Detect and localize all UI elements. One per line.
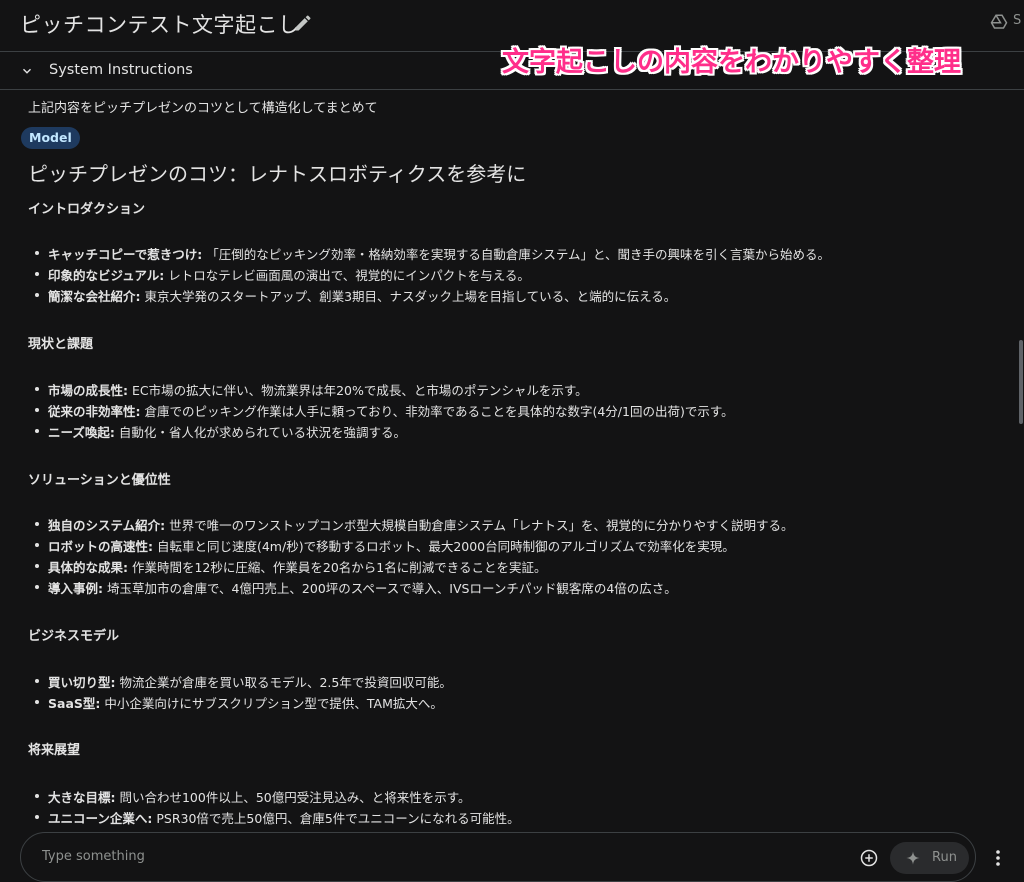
list-item: 市場の成長性: EC市場の拡大に伴い、物流業界は年20%で成長、と市場のポテンシ… (35, 380, 588, 399)
item-text: 物流企業が倉庫を買い取るモデル、2.5年で投資回収可能。 (115, 675, 452, 690)
item-text: 倉庫でのピッキング作業は人手に頼っており、非効率であることを具体的な数字(4分/… (140, 404, 734, 419)
item-term: ニーズ喚起: (48, 425, 115, 440)
item-text: EC市場の拡大に伴い、物流業界は年20%で成長、と市場のポテンシャルを示す。 (128, 383, 588, 398)
response-heading: ピッチプレゼンのコツ：レナトスロボティクスを参考に (28, 162, 527, 186)
scrollbar-thumb[interactable] (1019, 340, 1023, 424)
run-button[interactable]: Run (890, 842, 969, 874)
list-item: キャッチコピーで惹きつけ: 「圧倒的なピッキング効率・格納効率を実現する自動倉庫… (35, 244, 830, 263)
add-circle-icon[interactable] (859, 848, 879, 868)
item-text: 東京大学発のスタートアップ、創業3期目、ナスダック上場を目指している、と端的に伝… (140, 289, 677, 304)
user-prompt: 上記内容をピッチプレゼンのコツとして構造化してまとめて (28, 101, 378, 116)
sparkle-icon (906, 851, 920, 865)
list-item: 従来の非効率性: 倉庫でのピッキング作業は人手に頼っており、非効率であることを具… (35, 401, 734, 420)
item-text: レトロなテレビ画面風の演出で、視覚的にインパクトを与える。 (164, 268, 530, 283)
item-text: 埼玉草加市の倉庫で、4億円売上、200坪のスペースで導入、IVSローンチパッド観… (103, 581, 677, 596)
section-title: イントロダクション (28, 202, 146, 217)
page-title[interactable]: ピッチコンテスト文字起こし (20, 9, 300, 39)
list-item: 独自のシステム紹介: 世界で唯一のワンストップコンボ型大規模自動倉庫システム「レ… (34, 515, 794, 534)
section-title: ソリューションと優位性 (28, 473, 171, 488)
item-text: 自転車と同じ速度(4m/秒)で移動するロボット、最大2000台同時制御のアルゴリ… (153, 539, 735, 554)
list-item: 印象的なビジュアル: レトロなテレビ画面風の演出で、視覚的にインパクトを与える。 (35, 265, 530, 284)
more-vert-icon[interactable] (993, 848, 1003, 868)
item-text: PSR30倍で売上50億円、倉庫5件でユニコーンになれる可能性。 (152, 811, 520, 826)
item-term: 市場の成長性: (48, 383, 128, 398)
prompt-input[interactable] (42, 849, 822, 864)
list-item: SaaS型: 中小企業向けにサブスクリプション型で提供、TAM拡大へ。 (35, 693, 443, 712)
chevron-down-icon[interactable] (20, 64, 34, 78)
drive-icon[interactable] (990, 13, 1008, 31)
model-badge: Model (21, 127, 80, 149)
prompt-composer: Run (20, 832, 976, 882)
share-button-partial[interactable]: S (1013, 13, 1021, 28)
item-term: キャッチコピーで惹きつけ: (48, 247, 203, 262)
item-term: ユニコーン企業へ: (48, 811, 153, 826)
list-item: 具体的な成果: 作業時間を12秒に圧縮、作業員を20名から1名に削減できることを… (35, 557, 547, 576)
item-term: 導入事例: (48, 581, 103, 596)
item-term: 印象的なビジュアル: (48, 268, 165, 283)
section-title: ビジネスモデル (28, 629, 120, 644)
chat-content: 上記内容をピッチプレゼンのコツとして構造化してまとめて Model ピッチプレゼ… (0, 90, 1008, 830)
item-term: 買い切り型: (48, 675, 116, 690)
item-text: 問い合わせ100件以上、50億円受注見込み、と将来性を示す。 (115, 790, 471, 805)
run-label: Run (932, 850, 957, 865)
item-text: 「圧倒的なピッキング効率・格納効率を実現する自動倉庫システム」と、聞き手の興味を… (202, 247, 830, 262)
list-item: ユニコーン企業へ: PSR30倍で売上50億円、倉庫5件でユニコーンになれる可能… (35, 808, 520, 827)
list-item: ロボットの高速性: 自転車と同じ速度(4m/秒)で移動するロボット、最大2000… (35, 536, 735, 555)
list-item: 導入事例: 埼玉草加市の倉庫で、4億円売上、200坪のスペースで導入、IVSロー… (35, 578, 677, 597)
annotation-overlay: 文字起こしの内容をわかりやすく整理 (502, 47, 961, 78)
item-term: 大きな目標: (48, 790, 116, 805)
section-title: 将来展望 (28, 743, 81, 758)
item-term: ロボットの高速性: (48, 539, 153, 554)
list-item: 簡潔な会社紹介: 東京大学発のスタートアップ、創業3期目、ナスダック上場を目指し… (34, 286, 677, 305)
item-text: 作業時間を12秒に圧縮、作業員を20名から1名に削減できることを実証。 (128, 560, 547, 575)
list-item: 買い切り型: 物流企業が倉庫を買い取るモデル、2.5年で投資回収可能。 (35, 672, 452, 691)
item-term: SaaS型: (48, 696, 101, 711)
edit-icon[interactable] (293, 13, 313, 33)
item-term: 従来の非効率性: (48, 404, 141, 419)
list-item: 大きな目標: 問い合わせ100件以上、50億円受注見込み、と将来性を示す。 (35, 787, 471, 806)
item-term: 簡潔な会社紹介: (48, 289, 141, 304)
list-item: ニーズ喚起: 自動化・省人化が求められている状況を強調する。 (35, 422, 406, 441)
system-instructions-label: System Instructions (49, 62, 193, 78)
item-text: 世界で唯一のワンストップコンボ型大規模自動倉庫システム「レナトス」を、視覚的に分… (165, 518, 794, 533)
section-title: 現状と課題 (28, 337, 94, 352)
item-text: 自動化・省人化が求められている状況を強調する。 (114, 425, 406, 440)
item-text: 中小企業向けにサブスクリプション型で提供、TAM拡大へ。 (100, 696, 443, 711)
item-term: 独自のシステム紹介: (48, 518, 166, 533)
item-term: 具体的な成果: (48, 560, 128, 575)
